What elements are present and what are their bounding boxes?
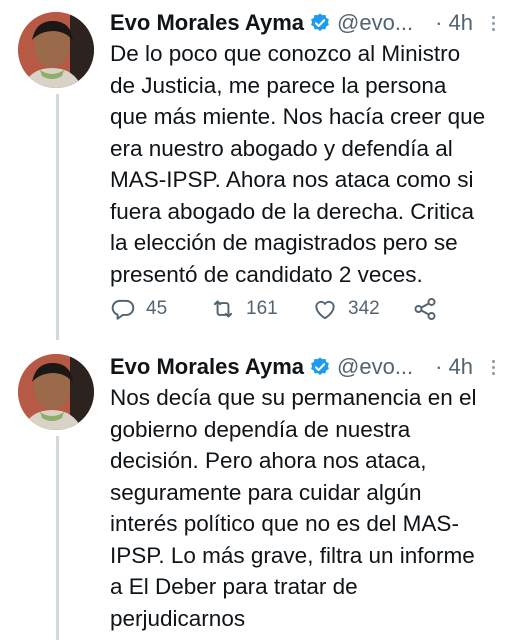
- retweet-count: 161: [246, 298, 278, 319]
- more-options-icon[interactable]: [486, 359, 500, 375]
- author-handle[interactable]: @evo...: [337, 354, 413, 380]
- share-icon: [412, 296, 438, 322]
- author-name[interactable]: Evo Morales Ayma: [110, 354, 304, 380]
- tweet-text: De lo poco que conozco al Ministro de Ju…: [110, 41, 486, 287]
- tweet-text: Nos decía que su permanencia en el gobie…: [110, 385, 477, 631]
- timestamp[interactable]: 4h: [448, 354, 472, 380]
- author-handle[interactable]: @evo...: [337, 10, 413, 36]
- retweet-icon: [210, 296, 236, 322]
- timestamp[interactable]: 4h: [448, 10, 472, 36]
- verified-badge-icon: [309, 12, 331, 34]
- like-count: 342: [348, 298, 380, 319]
- reply-icon: [110, 296, 136, 322]
- tweet[interactable]: Evo Morales Ayma @evo... · 4h Nos decía …: [0, 342, 510, 640]
- tweet-header: Evo Morales Ayma @evo... · 4h: [110, 352, 500, 382]
- share-button[interactable]: [412, 296, 438, 322]
- verified-badge-icon: [309, 356, 331, 378]
- author-name[interactable]: Evo Morales Ayma: [110, 10, 304, 36]
- avatar[interactable]: [18, 12, 94, 88]
- reply-button[interactable]: 45: [110, 296, 210, 322]
- tweet-header: Evo Morales Ayma @evo... · 4h: [110, 8, 500, 38]
- separator-dot: ·: [435, 10, 443, 35]
- more-options-icon[interactable]: [486, 15, 500, 31]
- heart-icon: [312, 296, 338, 322]
- separator-dot: ·: [435, 354, 443, 379]
- reply-count: 45: [146, 298, 168, 319]
- tweet-actions: 45 161 342: [110, 294, 438, 324]
- retweet-button[interactable]: 161: [210, 296, 312, 322]
- like-button[interactable]: 342: [312, 296, 412, 322]
- tweet[interactable]: Evo Morales Ayma @evo... · 4h De lo poco…: [0, 0, 510, 340]
- avatar[interactable]: [18, 354, 94, 430]
